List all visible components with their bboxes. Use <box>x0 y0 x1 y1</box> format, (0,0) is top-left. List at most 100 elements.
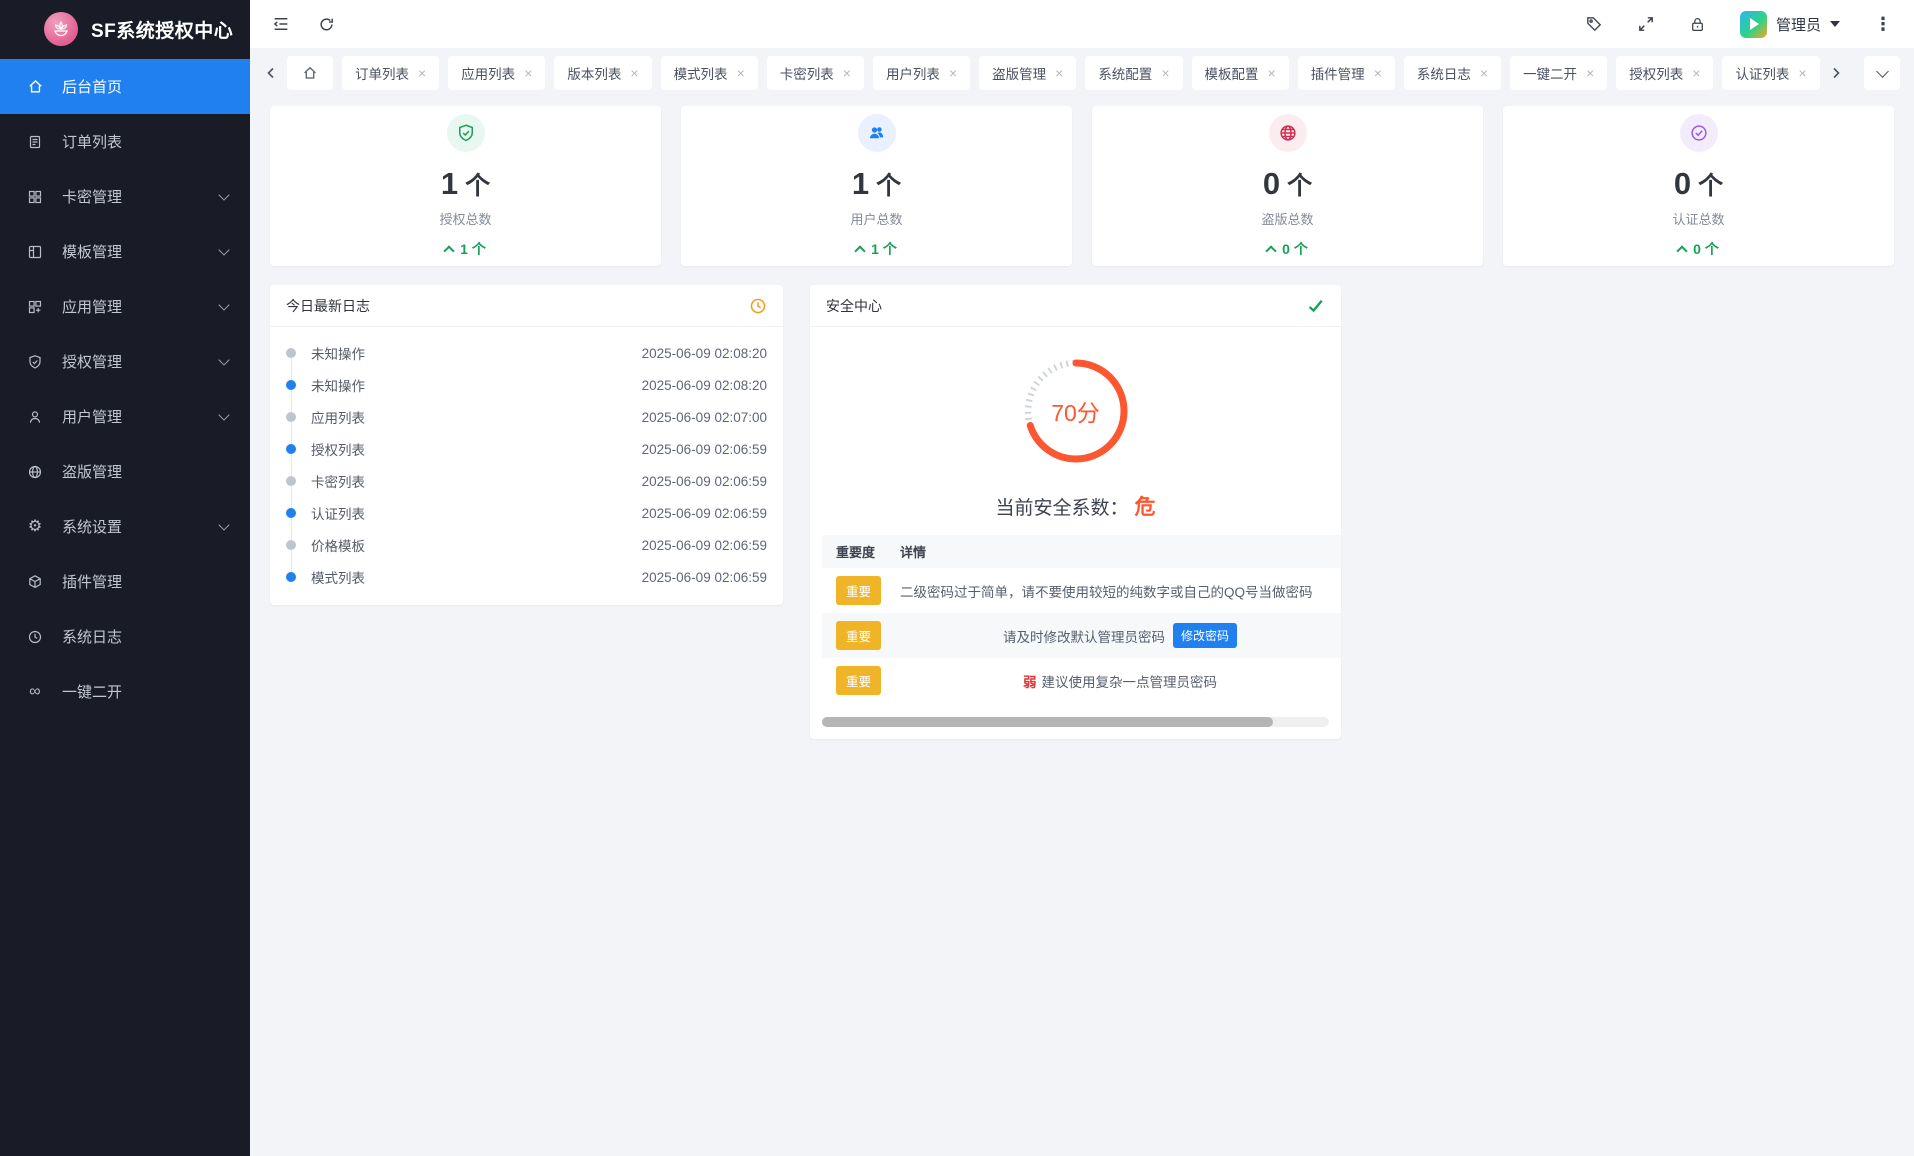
stat-value: 1 <box>441 166 458 202</box>
log-entry: 授权列表2025-06-09 02:06:59 <box>286 433 767 465</box>
close-icon[interactable] <box>630 66 638 80</box>
close-icon[interactable] <box>843 66 851 80</box>
log-time: 2025-06-09 02:06:59 <box>642 506 767 521</box>
stat-cards-row: 1个 授权总数 1 个 1个 用户总数 1 个 0个 盗版总数 0 个 <box>270 106 1894 266</box>
table-row: 重要 二级密码过于简单，请不要使用较短的纯数字或自己的QQ号当做密码 <box>822 568 1341 613</box>
tab-modes[interactable]: 模式列表 <box>661 56 758 90</box>
tab-label: 模板配置 <box>1205 63 1259 83</box>
horizontal-scrollbar-track[interactable] <box>822 717 1329 727</box>
close-icon[interactable] <box>418 66 426 80</box>
sidebar-item-oneclick-dev[interactable]: ∞ 一键二开 <box>0 664 250 719</box>
stat-value: 0 <box>1674 166 1691 202</box>
refresh-icon[interactable] <box>318 16 335 33</box>
tab-label: 版本列表 <box>567 63 621 83</box>
close-icon[interactable] <box>524 66 532 80</box>
tabs-dropdown-button[interactable] <box>1864 56 1900 90</box>
log-entry: 未知操作2025-06-09 02:08:20 <box>286 369 767 401</box>
log-label: 模式列表 <box>311 567 365 587</box>
tab-cards[interactable]: 卡密列表 <box>767 56 864 90</box>
clock-icon <box>749 297 767 315</box>
close-icon[interactable] <box>1374 66 1382 80</box>
close-icon[interactable] <box>1268 66 1276 80</box>
stat-value: 0 <box>1263 166 1280 202</box>
close-icon[interactable] <box>1161 66 1169 80</box>
sidebar-item-orders[interactable]: 订单列表 <box>0 114 250 169</box>
tabs-scroll-left-icon[interactable] <box>264 66 278 80</box>
gear-icon: ⚙ <box>26 518 44 536</box>
trend-up-icon <box>1265 245 1276 256</box>
collapse-sidebar-icon[interactable] <box>272 15 290 33</box>
log-entry: 卡密列表2025-06-09 02:06:59 <box>286 465 767 497</box>
change-password-button[interactable]: 修改密码 <box>1173 623 1237 648</box>
admin-name: 管理员 <box>1776 14 1821 35</box>
close-icon[interactable] <box>949 66 957 80</box>
security-table-clip: 重要度 详情 重要 二级密码过于简单，请不要使用较短的纯数字或自己的QQ号当做密… <box>822 535 1341 703</box>
tab-plugins[interactable]: 插件管理 <box>1298 56 1395 90</box>
sidebar-item-plugin-mgmt[interactable]: 插件管理 <box>0 554 250 609</box>
stat-unit: 个 <box>1698 166 1723 202</box>
close-icon[interactable] <box>1055 66 1063 80</box>
close-icon[interactable] <box>1798 66 1806 80</box>
sidebar-item-label: 系统日志 <box>62 626 122 647</box>
horizontal-scrollbar-thumb[interactable] <box>822 717 1273 727</box>
close-icon[interactable] <box>1480 66 1488 80</box>
sidebar-item-card-mgmt[interactable]: 卡密管理 <box>0 169 250 224</box>
lock-icon[interactable] <box>1689 16 1706 33</box>
user-menu[interactable]: 管理员 <box>1740 11 1840 38</box>
tab-piracy[interactable]: 盗版管理 <box>979 56 1076 90</box>
sidebar-item-label: 卡密管理 <box>62 186 122 207</box>
tab-licenses[interactable]: 授权列表 <box>1616 56 1713 90</box>
tab-home[interactable] <box>287 56 333 90</box>
check-icon <box>1306 296 1325 315</box>
timeline-dot <box>286 540 296 550</box>
tab-apps[interactable]: 应用列表 <box>448 56 545 90</box>
timeline-dot <box>286 508 296 518</box>
tab-syslog[interactable]: 系统日志 <box>1404 56 1501 90</box>
table-row: 重要 弱建议使用复杂一点管理员密码 <box>822 658 1341 703</box>
tab-users[interactable]: 用户列表 <box>873 56 970 90</box>
sidebar-item-dashboard[interactable]: 后台首页 <box>0 59 250 114</box>
sidebar-item-label: 盗版管理 <box>62 461 122 482</box>
importance-badge: 重要 <box>836 666 881 695</box>
tabs-scroll-right-icon[interactable] <box>1829 66 1843 80</box>
more-options-icon[interactable] <box>1874 14 1892 35</box>
sidebar-item-license-mgmt[interactable]: 授权管理 <box>0 334 250 389</box>
home-icon <box>26 78 44 96</box>
close-icon[interactable] <box>737 66 745 80</box>
sidebar-item-label: 一键二开 <box>62 681 122 702</box>
timeline-dot <box>286 380 296 390</box>
tab-oneclick[interactable]: 一键二开 <box>1510 56 1607 90</box>
fullscreen-icon[interactable] <box>1637 15 1655 33</box>
trend-up-icon <box>443 245 454 256</box>
security-caption: 当前安全系数：危 <box>810 491 1341 521</box>
sidebar-item-system-settings[interactable]: ⚙ 系统设置 <box>0 499 250 554</box>
timeline-dot <box>286 444 296 454</box>
security-panel-title: 安全中心 <box>826 296 882 316</box>
stat-unit: 个 <box>876 166 901 202</box>
tab-template-config[interactable]: 模板配置 <box>1192 56 1289 90</box>
stat-card-piracy: 0个 盗版总数 0 个 <box>1092 106 1483 266</box>
app-logo-row: SF系统授权中心 <box>0 0 250 58</box>
close-icon[interactable] <box>1586 66 1594 80</box>
tab-orders[interactable]: 订单列表 <box>342 56 439 90</box>
sidebar-item-system-log[interactable]: 系统日志 <box>0 609 250 664</box>
close-icon[interactable] <box>1692 66 1700 80</box>
log-list: 未知操作2025-06-09 02:08:20 未知操作2025-06-09 0… <box>270 327 783 605</box>
sidebar-item-label: 插件管理 <box>62 571 122 592</box>
tag-icon[interactable] <box>1585 15 1603 33</box>
sidebar-item-user-mgmt[interactable]: 用户管理 <box>0 389 250 444</box>
log-entry: 未知操作2025-06-09 02:08:20 <box>286 337 767 369</box>
sidebar-item-template-mgmt[interactable]: 模板管理 <box>0 224 250 279</box>
security-center-panel: 安全中心 70分 当前安全系数：危 <box>810 285 1341 739</box>
tab-label: 订单列表 <box>355 63 409 83</box>
sidebar-item-app-mgmt[interactable]: 应用管理 <box>0 279 250 334</box>
chevron-down-icon <box>218 519 229 530</box>
tab-versions[interactable]: 版本列表 <box>554 56 651 90</box>
avatar <box>1740 11 1767 38</box>
tab-certs[interactable]: 认证列表 <box>1722 56 1819 90</box>
log-time: 2025-06-09 02:08:20 <box>642 378 767 393</box>
tab-label: 系统配置 <box>1098 63 1152 83</box>
log-time: 2025-06-09 02:08:20 <box>642 346 767 361</box>
tab-sysconfig[interactable]: 系统配置 <box>1085 56 1182 90</box>
sidebar-item-piracy-mgmt[interactable]: 盗版管理 <box>0 444 250 499</box>
